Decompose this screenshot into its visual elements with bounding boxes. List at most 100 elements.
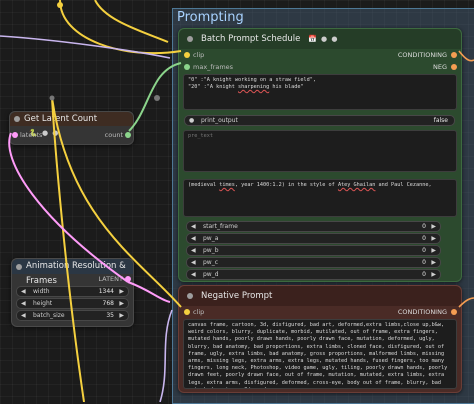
max-frames-input-row[interactable]: max_frames NEG xyxy=(179,61,461,73)
count-output-label: count xyxy=(104,131,123,139)
print-output-value: false xyxy=(433,117,448,124)
prompt-schedule-textarea[interactable]: "0" :"A knight working on a straw field"… xyxy=(183,74,457,110)
clip-input-label: clip xyxy=(193,308,205,316)
increment-arrow-icon[interactable]: ▶ xyxy=(431,222,436,231)
latent-output-row[interactable]: LATENT xyxy=(12,274,133,284)
print-output-toggle[interactable]: ● print_output false xyxy=(184,115,455,126)
height-value: 768 xyxy=(102,300,114,307)
reroute-dot-icon xyxy=(49,95,55,101)
pw-b-value: 0 xyxy=(422,247,426,254)
pw-d-value: 0 xyxy=(422,271,426,278)
width-stepper[interactable]: ◀ width 1344 ▶ xyxy=(16,286,129,297)
collapse-dot-icon[interactable] xyxy=(14,116,20,122)
conditioning-output-slot-icon[interactable] xyxy=(451,309,457,315)
get-latent-count-node[interactable]: Get Latent Count 🐍 ● ● latents count xyxy=(9,111,134,145)
app-text-d: Atey Ghailan xyxy=(337,182,376,188)
batch-prompt-schedule-node[interactable]: Batch Prompt Schedule 📅 ● ● clip CONDITI… xyxy=(178,28,462,282)
neg-output-label: NEG xyxy=(432,63,447,71)
negative-prompt-textarea[interactable]: canvas frame, cartoon, 3d, disfigured, b… xyxy=(183,319,457,389)
latent-output-slot-icon[interactable] xyxy=(125,276,131,282)
decrement-arrow-icon[interactable]: ◀ xyxy=(191,222,196,231)
pw-c-label: pw_c xyxy=(203,259,219,266)
pre-text-placeholder: pre_text xyxy=(188,133,213,139)
animation-resolution-node[interactable]: Animation Resolution & Frames LATENT ◀ w… xyxy=(11,258,134,327)
start-frame-label: start_frame xyxy=(203,223,238,230)
height-label: height xyxy=(33,300,53,307)
node-header[interactable]: Get Latent Count 🐍 ● ● xyxy=(10,112,133,137)
clip-wire xyxy=(59,0,182,55)
batch-size-stepper[interactable]: ◀ batch_size 35 ▶ xyxy=(16,310,129,321)
latents-input-slot-icon[interactable] xyxy=(12,132,18,138)
decrement-arrow-icon[interactable]: ◀ xyxy=(21,287,26,296)
pw-a-stepper[interactable]: ◀ pw_a 0 ▶ xyxy=(186,233,441,244)
decrement-arrow-icon[interactable]: ◀ xyxy=(191,234,196,243)
schedule-line-2a: "20" :"A knight xyxy=(188,84,238,91)
increment-arrow-icon[interactable]: ▶ xyxy=(119,299,124,308)
increment-arrow-icon[interactable]: ▶ xyxy=(431,270,436,279)
increment-arrow-icon[interactable]: ▶ xyxy=(431,234,436,243)
start-frame-stepper[interactable]: ◀ start_frame 0 ▶ xyxy=(186,221,441,232)
conditioning-wire xyxy=(0,35,171,59)
decrement-arrow-icon[interactable]: ◀ xyxy=(191,246,196,255)
clip-input-row[interactable]: clip CONDITIONING xyxy=(179,306,461,318)
conditioning-output-slot-icon[interactable] xyxy=(451,52,457,58)
increment-arrow-icon[interactable]: ▶ xyxy=(119,287,124,296)
pw-d-label: pw_d xyxy=(203,271,219,278)
latents-input-label: latents xyxy=(20,131,43,139)
decrement-arrow-icon[interactable]: ◀ xyxy=(191,270,196,279)
node-title: Get Latent Count xyxy=(24,114,98,124)
app-text-textarea[interactable]: (medieval times, year 1400:1.2) in the s… xyxy=(183,179,457,217)
pw-b-stepper[interactable]: ◀ pw_b 0 ▶ xyxy=(186,245,441,256)
clip-input-slot-icon[interactable] xyxy=(184,309,190,315)
conditioning-wire xyxy=(159,309,173,402)
start-frame-value: 0 xyxy=(422,223,426,230)
app-text-e: and Paul Cezanne, xyxy=(375,182,432,188)
toggle-dot-icon: ● xyxy=(189,117,195,124)
node-header[interactable]: Negative Prompt xyxy=(179,286,461,306)
node-header[interactable]: Animation Resolution & Frames xyxy=(12,259,133,286)
pw-d-stepper[interactable]: ◀ pw_d 0 ▶ xyxy=(186,269,441,280)
clip-wire xyxy=(94,0,169,43)
node-title: Batch Prompt Schedule xyxy=(201,34,301,44)
pw-a-label: pw_a xyxy=(203,235,219,242)
decrement-arrow-icon[interactable]: ◀ xyxy=(191,258,196,267)
increment-arrow-icon[interactable]: ▶ xyxy=(119,311,124,320)
conditioning-output-label: CONDITIONING xyxy=(397,51,447,59)
node-title: Negative Prompt xyxy=(201,291,273,301)
latent-output-label: LATENT xyxy=(98,275,123,283)
pw-b-label: pw_b xyxy=(203,247,219,254)
batch-size-label: batch_size xyxy=(33,312,65,319)
pw-c-stepper[interactable]: ◀ pw_c 0 ▶ xyxy=(186,257,441,268)
node-header[interactable]: Batch Prompt Schedule 📅 ● ● xyxy=(179,29,461,49)
clip-input-slot-icon[interactable] xyxy=(184,52,190,58)
decrement-arrow-icon[interactable]: ◀ xyxy=(21,311,26,320)
count-output-slot-icon[interactable] xyxy=(125,132,131,138)
clip-input-label: clip xyxy=(193,51,205,59)
schedule-line-2d: blade" xyxy=(281,84,304,91)
width-value: 1344 xyxy=(98,288,114,295)
schedule-line-2c: his xyxy=(269,84,282,91)
collapse-dot-icon[interactable] xyxy=(187,293,193,299)
neg-output-slot-icon[interactable] xyxy=(451,64,457,70)
schedule-line-1: "0" :"A knight working on a straw field"… xyxy=(188,77,317,83)
decrement-arrow-icon[interactable]: ◀ xyxy=(21,299,26,308)
negative-prompt-node[interactable]: Negative Prompt clip CONDITIONING canvas… xyxy=(178,285,462,393)
group-title: Prompting xyxy=(177,10,244,25)
pw-c-value: 0 xyxy=(422,259,426,266)
collapse-dot-icon[interactable] xyxy=(187,36,193,42)
app-text-b: times xyxy=(219,182,235,188)
increment-arrow-icon[interactable]: ▶ xyxy=(431,258,436,267)
pre-text-textarea[interactable]: pre_text xyxy=(183,130,457,172)
print-output-label: print_output xyxy=(201,117,238,124)
app-text-c: , year 1400:1.2) in the style of xyxy=(234,182,338,188)
increment-arrow-icon[interactable]: ▶ xyxy=(431,246,436,255)
reroute-dot-icon xyxy=(57,2,63,8)
height-stepper[interactable]: ◀ height 768 ▶ xyxy=(16,298,129,309)
reroute-dot-icon xyxy=(154,95,160,101)
max-frames-input-slot-icon[interactable] xyxy=(184,64,190,70)
clip-input-row[interactable]: clip CONDITIONING xyxy=(179,49,461,61)
width-label: width xyxy=(33,288,50,295)
conditioning-output-label: CONDITIONING xyxy=(397,308,447,316)
collapse-dot-icon[interactable] xyxy=(16,264,22,270)
latents-count-row[interactable]: latents count xyxy=(10,129,133,141)
